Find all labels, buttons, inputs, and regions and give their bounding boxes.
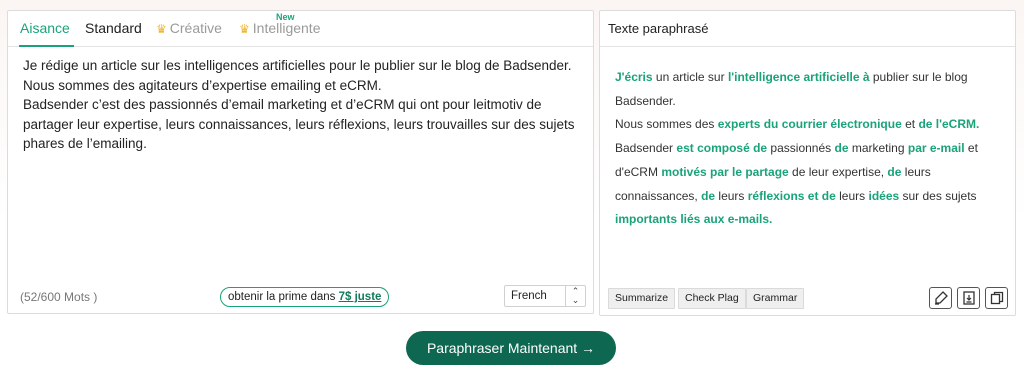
mode-tabs: Aisance Standard ♛ Créative ♛ Intelligente… — [8, 11, 593, 47]
tab-standard[interactable]: Standard — [85, 11, 142, 47]
tab-label: Standard — [85, 20, 142, 36]
changed-phrase: J'écris — [615, 70, 653, 84]
highlighter-icon[interactable] — [929, 287, 952, 309]
changed-phrase: de — [834, 141, 849, 156]
output-paragraph: Badsender est composé de passionnés de m… — [615, 137, 1010, 232]
check-plag-button[interactable]: Check Plag — [678, 288, 746, 309]
summarize-button[interactable]: Summarize — [608, 288, 676, 309]
output-phrase: et — [901, 117, 919, 132]
crown-icon: ♛ — [156, 22, 167, 36]
tab-aisance[interactable]: Aisance — [19, 11, 74, 47]
changed-phrase: experts du courrier électronique — [717, 117, 902, 132]
new-badge: New — [276, 12, 295, 22]
changed-phrase: par e-mail — [907, 141, 965, 156]
grammar-button[interactable]: Grammar — [746, 288, 805, 309]
output-phrase: de leur expertise, — [788, 164, 888, 179]
changed-phrase: de — [887, 164, 902, 179]
output-paragraph: Nous sommes des experts du courrier élec… — [615, 113, 1010, 137]
input-line: Badsender c’est des passionnés d’email m… — [23, 97, 575, 151]
output-panel: Texte paraphrasé J'écris un article sur … — [599, 10, 1016, 316]
changed-phrase: motivés par le partage — [661, 164, 789, 179]
changed-phrase: réflexions et de — [747, 188, 836, 203]
changed-phrase: importants liés aux e-mails. — [615, 212, 773, 227]
output-phrase: sur des sujets — [899, 188, 977, 203]
download-icon[interactable] — [957, 287, 980, 309]
output-phrase: leurs — [835, 188, 869, 203]
output-phrase: un article sur — [652, 70, 728, 84]
promo-badge[interactable]: obtenir la prime dans 7$ juste — [220, 287, 390, 307]
changed-phrase: de l'eCRM. — [918, 117, 980, 132]
tab-label: Créative — [169, 20, 222, 36]
language-value: French — [511, 290, 547, 302]
input-panel: Aisance Standard ♛ Créative ♛ Intelligente… — [7, 10, 594, 314]
output-phrase: leurs — [715, 188, 748, 203]
output-phrase: marketing — [848, 141, 908, 156]
tab-label: Intelligente — [252, 20, 321, 36]
output-paragraph: J'écris un article sur l'intelligence ar… — [615, 66, 1010, 113]
output-title: Texte paraphrasé — [600, 11, 1015, 47]
copy-icon[interactable] — [985, 287, 1008, 309]
language-select[interactable]: French ⌃ ⌄ — [504, 285, 586, 307]
promo-link[interactable]: 7$ juste — [339, 291, 382, 303]
changed-phrase: de — [701, 188, 716, 203]
tab-label: Aisance — [20, 20, 70, 36]
input-line: Je rédige un article sur les intelligenc… — [23, 58, 572, 73]
output-phrase: Badsender — [615, 141, 677, 156]
promo-text: obtenir la prime dans — [228, 291, 339, 303]
changed-phrase: l'intelligence artificielle à — [727, 70, 870, 84]
changed-phrase: est composé de — [676, 141, 768, 156]
output-phrase: passionnés — [767, 141, 835, 156]
changed-phrase: idées — [868, 188, 900, 203]
crown-icon: ♛ — [239, 22, 250, 36]
tab-creative[interactable]: ♛ Créative — [156, 11, 222, 47]
input-line: Nous sommes des agitateurs d’expertise e… — [23, 77, 382, 93]
output-phrase: Nous sommes des — [615, 117, 718, 132]
paraphrase-button[interactable]: Paraphraser Maintenant → — [406, 331, 616, 365]
word-count: (52/600 Mots ) — [20, 290, 98, 304]
output-text: J'écris un article sur l'intelligence ar… — [615, 66, 1010, 232]
input-textarea[interactable]: Je rédige un article sur les intelligenc… — [23, 56, 583, 154]
select-arrows-icon: ⌃ ⌄ — [565, 286, 585, 306]
